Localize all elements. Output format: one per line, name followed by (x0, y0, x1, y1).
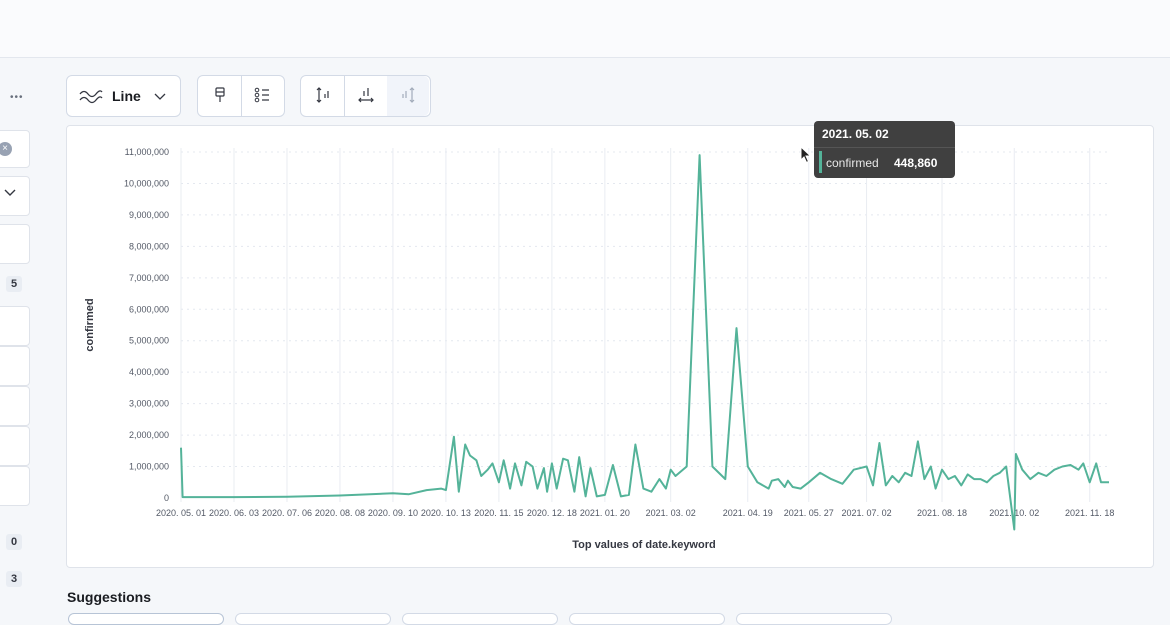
sidebar-field[interactable] (0, 466, 30, 506)
y-tick-label: 11,000,000 (125, 147, 169, 157)
sidebar-dropdown[interactable] (0, 176, 30, 216)
suggestions-heading: Suggestions (67, 589, 152, 605)
top-bar (0, 0, 1170, 58)
x-tick-label: 2020. 05. 01 (156, 508, 206, 518)
tooltip-series-name: confirmed (826, 156, 879, 170)
x-tick-label: 2020. 06. 03 (209, 508, 259, 518)
y-tick-label: 6,000,000 (129, 304, 169, 314)
sidebar-field[interactable] (0, 306, 30, 346)
x-tick-label: 2020. 07. 06 (262, 508, 312, 518)
y-tick-label: 5,000,000 (129, 336, 169, 346)
line-chart-icon (79, 88, 103, 109)
left-axis-icon (314, 86, 332, 107)
suggestion-card[interactable] (736, 613, 892, 625)
y-tick-label: 10,000,000 (124, 178, 169, 188)
x-tick-label: 2021. 08. 18 (917, 508, 967, 518)
legend-list-icon (253, 87, 271, 106)
count-badge: 0 (6, 534, 22, 550)
paintbrush-icon (213, 86, 227, 106)
x-axis-title: Top values of date.keyword (572, 539, 715, 551)
right-axis-icon (399, 86, 417, 107)
sidebar: ••• × 5 0 3 (0, 58, 40, 617)
count-badge: 3 (6, 571, 22, 587)
y-tick-label: 9,000,000 (129, 210, 169, 220)
chart-panel: 0 1,000,000 2,000,000 3,000,000 4,000,000 5,0… (66, 125, 1154, 568)
chart-tooltip: 2021. 05. 02 confirmed 448,860 (814, 121, 955, 178)
x-tick-label: 2020. 11. 15 (474, 508, 523, 518)
suggestion-card[interactable] (569, 613, 725, 625)
bottom-axis-icon (357, 86, 375, 107)
more-options-icon[interactable]: ••• (10, 92, 24, 103)
x-tick-label: 2021. 11. 18 (1065, 508, 1114, 518)
style-legend-group (197, 75, 285, 117)
x-tick-label: 2020. 08. 08 (315, 508, 365, 518)
sidebar-field[interactable] (0, 386, 30, 426)
x-tick-label: 2020. 10. 13 (421, 508, 471, 518)
y-tick-label: 1,000,000 (129, 462, 169, 472)
y-axis-title: confirmed (84, 298, 96, 351)
mouse-cursor-icon (800, 145, 812, 169)
x-tick-label: 2021. 05. 27 (784, 508, 834, 518)
y-tick-label: 3,000,000 (129, 399, 169, 409)
visual-options-button[interactable] (198, 76, 242, 116)
bottom-axis-button[interactable] (344, 76, 388, 116)
y-tick-label: 4,000,000 (129, 367, 169, 377)
x-tick-label: 2020. 09. 10 (368, 508, 418, 518)
sidebar-field[interactable]: × (0, 130, 30, 168)
y-tick-label: 8,000,000 (129, 241, 169, 251)
sidebar-field[interactable] (0, 426, 30, 466)
x-tick-label: 2021. 04. 19 (723, 508, 773, 518)
suggestion-card[interactable] (68, 613, 224, 625)
count-badge: 5 (6, 276, 22, 292)
axis-options-group (300, 75, 431, 117)
y-tick-label: 2,000,000 (129, 430, 169, 440)
series-line-confirmed (180, 154, 1109, 531)
sidebar-field[interactable] (0, 224, 30, 264)
tooltip-title: 2021. 05. 02 (822, 127, 889, 141)
tooltip-divider (814, 147, 955, 148)
x-tick-label: 2020. 12. 18 (527, 508, 577, 518)
suggestion-card[interactable] (402, 613, 558, 625)
suggestion-card[interactable] (235, 613, 391, 625)
x-tick-label: 2021. 01. 20 (580, 508, 630, 518)
y-tick-label: 7,000,000 (129, 273, 169, 283)
legend-options-button[interactable] (241, 76, 283, 116)
right-axis-button[interactable] (387, 76, 429, 116)
x-tick-label: 2021. 07. 02 (842, 508, 892, 518)
sidebar-field[interactable] (0, 346, 30, 386)
chart-type-select[interactable]: Line (66, 75, 181, 117)
clear-icon[interactable]: × (0, 142, 12, 156)
line-chart[interactable]: 0 1,000,000 2,000,000 3,000,000 4,000,000 5,0… (67, 126, 1153, 567)
x-tick-label: 2021. 03. 02 (646, 508, 696, 518)
chevron-down-icon (3, 186, 17, 200)
tooltip-series-value: 448,860 (894, 156, 938, 170)
chart-type-label: Line (112, 88, 141, 104)
y-tick-label: 0 (164, 493, 169, 503)
left-axis-button[interactable] (301, 76, 345, 116)
tooltip-series-swatch (819, 151, 822, 173)
chevron-down-icon (153, 89, 167, 107)
